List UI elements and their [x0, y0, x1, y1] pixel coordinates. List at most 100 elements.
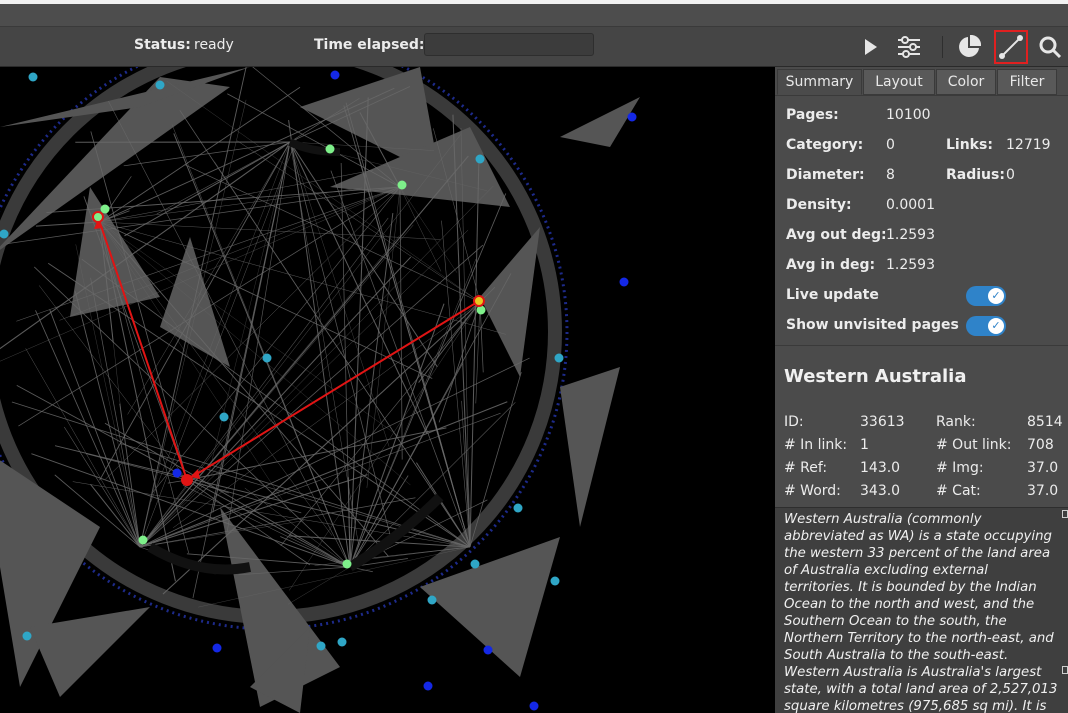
- avg-in-deg-value: 1.2593: [886, 257, 935, 273]
- graph-node: [330, 70, 340, 80]
- graph-edge: [475, 301, 481, 404]
- pie-chart-icon: [959, 35, 981, 57]
- sliders-icon: [898, 36, 920, 58]
- search-icon: [1039, 36, 1062, 59]
- radius-label: Radius:: [946, 167, 1005, 183]
- graph-node: [212, 643, 222, 653]
- path-button[interactable]: [994, 30, 1028, 64]
- edge-bundle: [560, 97, 640, 147]
- page-description-text: Western Australia (commonly abbreviated …: [784, 512, 1058, 713]
- graph-node: [316, 641, 326, 651]
- graph-edge: [139, 412, 501, 548]
- scroll-up-icon[interactable]: [1062, 510, 1068, 518]
- category-value: 0: [886, 137, 895, 153]
- graph-edge: [399, 186, 403, 460]
- live-update-label: Live update: [786, 287, 879, 303]
- in-link-value: 1: [860, 437, 869, 453]
- play-button[interactable]: [853, 30, 887, 64]
- path-node-end: [181, 474, 193, 486]
- graph-node: [325, 144, 335, 154]
- rank-label: Rank:: [936, 414, 976, 430]
- panel-divider: [775, 345, 1068, 346]
- live-update-toggle[interactable]: ✓: [966, 286, 1006, 306]
- toolbar: Status: ready Time elapsed:: [0, 26, 1068, 67]
- graph-edge: [227, 141, 291, 532]
- graph-edge: [139, 520, 305, 548]
- graph-edge: [399, 186, 442, 272]
- graph-node: [172, 468, 182, 478]
- summary-section: Pages: 10100 Category: 0 Links: 12719 Di…: [775, 95, 1068, 346]
- graph-edge: [74, 291, 141, 548]
- graph-node: [554, 353, 564, 363]
- toolbar-separator: [942, 36, 943, 58]
- settings-button[interactable]: [892, 30, 926, 64]
- graph-edge: [366, 186, 401, 488]
- in-link-label: # In link:: [784, 437, 848, 453]
- graph-edge: [469, 160, 480, 548]
- word-label: # Word:: [784, 483, 841, 499]
- tab-filter[interactable]: Filter: [997, 69, 1057, 95]
- links-label: Links:: [946, 137, 993, 153]
- graph-edge: [186, 427, 447, 481]
- graph-edge: [123, 141, 291, 167]
- time-elapsed-field: [424, 33, 594, 56]
- graph-node: [397, 180, 407, 190]
- page-description[interactable]: Western Australia (commonly abbreviated …: [775, 507, 1068, 713]
- graph-node: [28, 72, 38, 82]
- tab-summary[interactable]: Summary: [777, 69, 862, 95]
- graph-node: [22, 631, 32, 641]
- search-button[interactable]: [1033, 30, 1067, 64]
- graph-edge: [349, 402, 516, 568]
- ref-value: 143.0: [860, 460, 901, 476]
- status-value: ready: [194, 37, 234, 53]
- edge-bundle: [480, 227, 540, 377]
- graph-view[interactable]: [0, 67, 775, 713]
- check-icon: ✓: [988, 288, 1004, 304]
- ref-label: # Ref:: [784, 460, 828, 476]
- graph-node: [483, 645, 493, 655]
- menu-bar: [0, 4, 1068, 26]
- cat-label: # Cat:: [936, 483, 981, 499]
- graph-edge: [46, 186, 401, 214]
- edge-bundle: [160, 237, 230, 367]
- tab-layout[interactable]: Layout: [863, 69, 935, 95]
- img-value: 37.0: [1027, 460, 1059, 476]
- graph-node: [475, 154, 485, 164]
- show-unvisited-label: Show unvisited pages: [786, 317, 959, 333]
- tab-color[interactable]: Color: [936, 69, 996, 95]
- graph-node: [627, 112, 637, 122]
- graph-edge: [99, 187, 363, 223]
- out-link-value: 708: [1027, 437, 1054, 453]
- pages-value: 10100: [886, 107, 931, 123]
- page-title: Western Australia: [784, 366, 967, 387]
- avg-out-deg-label: Avg out deg:: [786, 227, 887, 243]
- graph-node: [155, 80, 165, 90]
- density-label: Density:: [786, 197, 852, 213]
- graph-node: [337, 637, 347, 647]
- scroll-down-icon[interactable]: [1062, 666, 1068, 674]
- edge-bundle: [560, 367, 620, 527]
- diameter-value: 8: [886, 167, 895, 183]
- play-icon: [865, 39, 877, 55]
- graph-node: [342, 559, 352, 569]
- links-value: 12719: [1006, 137, 1051, 153]
- time-elapsed-label: Time elapsed:: [314, 37, 425, 53]
- statistics-button[interactable]: [952, 30, 986, 64]
- path-icon: [999, 35, 1023, 59]
- radius-value: 0: [1006, 167, 1015, 183]
- graph-edge: [139, 99, 247, 548]
- graph-edge: [99, 169, 374, 223]
- graph-edge: [287, 566, 351, 605]
- show-unvisited-toggle[interactable]: ✓: [966, 316, 1006, 336]
- graph-node: [550, 576, 560, 586]
- graph-canvas[interactable]: [0, 67, 775, 713]
- graph-node: [219, 412, 229, 422]
- status-label: Status:: [134, 37, 191, 53]
- graph-edge: [139, 155, 469, 548]
- cat-value: 37.0: [1027, 483, 1059, 499]
- category-label: Category:: [786, 137, 864, 153]
- graph-node: [423, 681, 433, 691]
- graph-node: [470, 559, 480, 569]
- graph-edge: [349, 97, 369, 568]
- out-link-label: # Out link:: [936, 437, 1012, 453]
